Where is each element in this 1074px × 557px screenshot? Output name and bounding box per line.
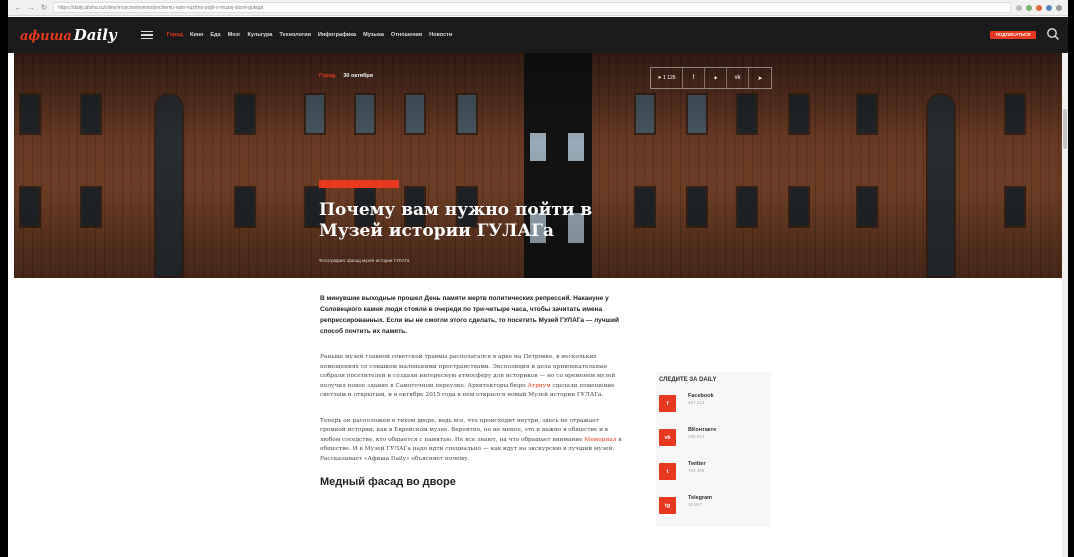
share-count-value: 1 126	[663, 75, 676, 81]
nav-item-city[interactable]: Город	[167, 32, 183, 38]
nav-item-food[interactable]: Еда	[210, 32, 220, 38]
logo-brand: афиша	[20, 29, 72, 44]
article-lead: В минувшие выходные прошел День памяти ж…	[320, 295, 619, 335]
inline-link[interactable]: Атриум	[528, 383, 551, 389]
breadcrumb-date: 30 октября	[343, 73, 373, 79]
browser-toolbar: ← → ↻ https://daily.afisha.ru/cities/mos…	[8, 0, 1068, 16]
social-link-telegram[interactable]: tg Telegram 10 867	[659, 495, 768, 529]
social-count: 763 488	[688, 468, 705, 473]
main-nav: Город Кино Еда Мозг Культура Технологии …	[167, 32, 453, 38]
subscribe-button[interactable]: ПОДПИСАТЬСЯ	[990, 31, 1036, 39]
extension-icon[interactable]	[1046, 4, 1052, 11]
article-subheading: Медный фасад во дворе	[320, 476, 456, 488]
nav-item-tech[interactable]: Технологии	[280, 32, 312, 38]
nav-item-culture[interactable]: Культура	[248, 32, 273, 38]
article-body: В минувшие выходные прошел День памяти ж…	[320, 293, 625, 488]
social-link-twitter[interactable]: t Twitter 763 488	[659, 461, 768, 495]
breadcrumb-section[interactable]: Город	[319, 73, 335, 79]
social-name: ВКонтакте	[688, 427, 717, 433]
nav-item-brain[interactable]: Мозг	[228, 32, 241, 38]
logo-daily: Daily	[73, 26, 117, 44]
site-logo[interactable]: афиша Daily	[20, 26, 117, 44]
social-name: Telegram	[688, 495, 713, 501]
facebook-icon[interactable]: f	[683, 68, 705, 88]
social-count: 10 867	[688, 502, 702, 507]
inline-link[interactable]: Мемориал	[584, 437, 616, 443]
hero-image: Город 30 октября ➤ 1 126 f ✦ vk ➤ Почему…	[14, 53, 1064, 278]
vk-icon: vk	[659, 429, 676, 446]
article-paragraph: Раньше музей главной советской травмы ра…	[320, 353, 625, 401]
vk-icon[interactable]: vk	[727, 68, 749, 88]
photo-caption: Фотография: фасад музея истории ГУЛАГа	[319, 258, 410, 263]
reload-icon[interactable]: ↻	[40, 3, 48, 12]
nav-item-news[interactable]: Новости	[429, 32, 452, 38]
back-arrow-icon[interactable]: ←	[14, 3, 22, 12]
nav-item-relations[interactable]: Отношения	[391, 32, 422, 38]
hero-tag	[319, 180, 399, 188]
social-link-vk[interactable]: vk ВКонтакте 265 874	[659, 427, 768, 461]
follow-sidebar: СЛЕДИТЕ ЗА DAILY f Facebook 467 213 vk ВК…	[656, 372, 771, 527]
paragraph-text: Теперь он расположен в тихом дворе, ведь…	[320, 417, 609, 443]
nav-item-cinema[interactable]: Кино	[190, 32, 203, 38]
share-count[interactable]: ➤ 1 126	[651, 68, 683, 88]
nav-item-infographics[interactable]: Инфографика	[318, 32, 356, 38]
article-title: Почему вам нужно пойти в Музей истории Г…	[319, 200, 593, 241]
star-icon[interactable]	[1016, 4, 1022, 11]
social-name: Facebook	[688, 393, 714, 399]
nav-item-music[interactable]: Музыка	[363, 32, 384, 38]
extension-icon[interactable]	[1036, 4, 1042, 11]
breadcrumb: Город 30 октября	[319, 73, 373, 79]
site-header: афиша Daily Город Кино Еда Мозг Культура…	[8, 17, 1068, 53]
telegram-icon[interactable]: ➤	[749, 68, 771, 88]
forward-arrow-icon[interactable]: →	[27, 3, 35, 12]
article-paragraph: Теперь он расположен в тихом дворе, ведь…	[320, 417, 625, 465]
page-scrollbar[interactable]	[1062, 53, 1068, 557]
hero-overlay	[14, 53, 1064, 278]
telegram-icon: tg	[659, 497, 676, 514]
scrollbar-thumb[interactable]	[1063, 109, 1067, 149]
social-name: Twitter	[688, 461, 706, 467]
extension-icon[interactable]	[1026, 4, 1032, 11]
menu-icon[interactable]	[1056, 4, 1062, 11]
twitter-icon[interactable]: ✦	[705, 68, 727, 88]
address-bar[interactable]: https://daily.afisha.ru/cities/moscow/ev…	[53, 2, 1011, 13]
hamburger-menu-icon[interactable]	[140, 30, 153, 40]
search-icon[interactable]	[1046, 27, 1060, 41]
social-link-facebook[interactable]: f Facebook 467 213	[659, 393, 768, 427]
social-count: 265 874	[688, 434, 705, 439]
sidebar-title: СЛЕДИТЕ ЗА DAILY	[659, 377, 717, 383]
extension-icons	[1016, 4, 1062, 11]
share-bar: ➤ 1 126 f ✦ vk ➤	[650, 67, 772, 89]
browser-window: ← → ↻ https://daily.afisha.ru/cities/mos…	[8, 0, 1068, 557]
social-count: 467 213	[688, 400, 705, 405]
facebook-icon: f	[659, 395, 676, 412]
twitter-icon: t	[659, 463, 676, 480]
